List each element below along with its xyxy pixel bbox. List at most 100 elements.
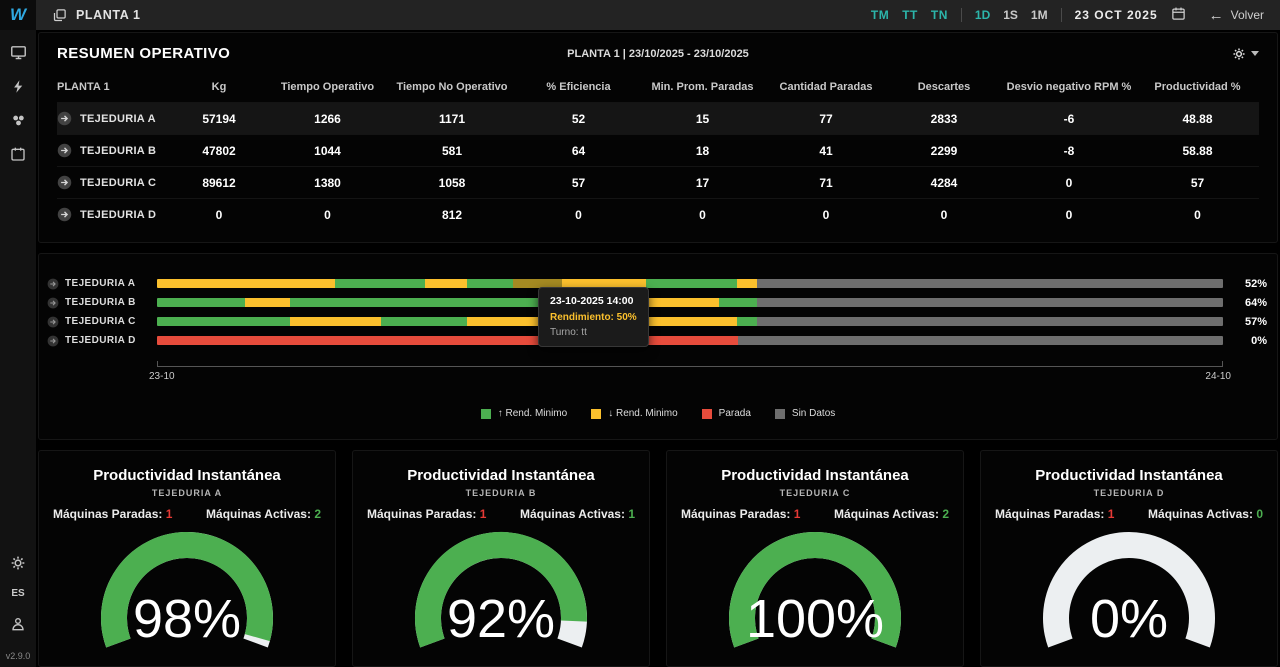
table-row: TEJEDURIA A57194126611715215772833-648.8… bbox=[57, 102, 1259, 134]
timeline-row-label[interactable]: TEJEDURIA A bbox=[47, 278, 157, 290]
machines-stopped: Máquinas Paradas: 1 bbox=[681, 507, 800, 521]
timeline-row-label[interactable]: TEJEDURIA B bbox=[47, 297, 157, 309]
gauge-value: 0% bbox=[1090, 589, 1168, 649]
timeline-bar bbox=[157, 317, 1223, 326]
table-cell: 47802 bbox=[169, 144, 269, 158]
timeline-segment[interactable] bbox=[157, 336, 738, 345]
column-header: Cantidad Paradas bbox=[766, 81, 886, 93]
unit-link[interactable]: TEJEDURIA B bbox=[57, 143, 169, 158]
shift-filter-tn[interactable]: TN bbox=[931, 8, 948, 22]
app-logo[interactable]: W bbox=[0, 0, 36, 30]
gauge-value: 98% bbox=[133, 589, 241, 649]
unit-link[interactable]: TEJEDURIA A bbox=[57, 111, 169, 126]
legend-item[interactable]: Parada bbox=[702, 408, 751, 419]
unit-link[interactable]: TEJEDURIA C bbox=[57, 175, 169, 190]
timeline-row: TEJEDURIA D 0% bbox=[47, 331, 1269, 350]
bolt-icon[interactable] bbox=[11, 78, 26, 95]
productivity-card: Productividad InstantáneaTEJEDURIA AMáqu… bbox=[38, 450, 336, 667]
machines-icon[interactable] bbox=[10, 112, 27, 129]
column-header: Productividad % bbox=[1136, 81, 1259, 93]
table-cell: 15 bbox=[639, 112, 766, 126]
gauge-cards: Productividad InstantáneaTEJEDURIA AMáqu… bbox=[38, 450, 1278, 667]
settings-gear-icon[interactable] bbox=[10, 555, 26, 571]
chevron-down-icon bbox=[1251, 51, 1259, 56]
timeline-segment[interactable] bbox=[737, 279, 757, 288]
timeline-segment[interactable] bbox=[737, 317, 757, 326]
card-title: Productividad Instantánea bbox=[667, 467, 963, 484]
card-title: Productividad Instantánea bbox=[353, 467, 649, 484]
row-arrow-icon bbox=[57, 175, 72, 190]
period-filter-1s[interactable]: 1S bbox=[1003, 8, 1018, 22]
timeline-segment[interactable] bbox=[467, 279, 513, 288]
row-arrow-icon bbox=[47, 316, 59, 328]
timeline-segment[interactable] bbox=[646, 298, 718, 307]
back-button[interactable]: ← Volver bbox=[1209, 7, 1264, 24]
period-filter-1d[interactable]: 1D bbox=[975, 8, 990, 22]
timeline-segment[interactable] bbox=[425, 279, 468, 288]
timeline-row-label[interactable]: TEJEDURIA D bbox=[47, 335, 157, 347]
timeline-segment[interactable] bbox=[646, 317, 737, 326]
table-cell: 0 bbox=[1136, 208, 1259, 222]
table-cell: 1044 bbox=[269, 144, 386, 158]
timeline-segment[interactable] bbox=[757, 298, 1223, 307]
column-header: Descartes bbox=[886, 81, 1002, 93]
panel-settings-button[interactable] bbox=[1232, 47, 1259, 61]
table-cell: -6 bbox=[1002, 112, 1136, 126]
table-cell: 58.88 bbox=[1136, 144, 1259, 158]
date-display[interactable]: 23 OCT 2025 bbox=[1075, 8, 1158, 22]
table-cell: 18 bbox=[639, 144, 766, 158]
timeline-row-label[interactable]: TEJEDURIA C bbox=[47, 316, 157, 328]
table-cell: 71 bbox=[766, 176, 886, 190]
table-cell: 0 bbox=[518, 208, 639, 222]
timeline-bar bbox=[157, 298, 1223, 307]
table-cell: 17 bbox=[639, 176, 766, 190]
pages-icon bbox=[52, 8, 67, 23]
table-cell: 0 bbox=[169, 208, 269, 222]
timeline-segment[interactable] bbox=[335, 279, 425, 288]
productivity-card: Productividad InstantáneaTEJEDURIA BMáqu… bbox=[352, 450, 650, 667]
calendar-icon[interactable] bbox=[1171, 6, 1186, 24]
productivity-gauge: 0% bbox=[1019, 521, 1239, 661]
timeline-segment[interactable] bbox=[719, 298, 757, 307]
card-unit: TEJEDURIA D bbox=[981, 488, 1277, 498]
legend-item[interactable]: Sin Datos bbox=[775, 408, 835, 419]
timeline-percent: 0% bbox=[1223, 335, 1269, 347]
timeline-segment[interactable] bbox=[381, 317, 467, 326]
timeline-rows: TEJEDURIA A52% TEJEDURIA B 64% TEJEDURIA … bbox=[47, 274, 1269, 350]
period-filter-1m[interactable]: 1M bbox=[1031, 8, 1048, 22]
card-title: Productividad Instantánea bbox=[981, 467, 1277, 484]
date-range-subtitle: PLANTA 1 | 23/10/2025 - 23/10/2025 bbox=[39, 48, 1277, 60]
timeline-row: TEJEDURIA A52% bbox=[47, 274, 1269, 293]
timeline-percent: 57% bbox=[1223, 316, 1269, 328]
shift-filter-tm[interactable]: TM bbox=[871, 8, 889, 22]
table-cell: 4284 bbox=[886, 176, 1002, 190]
monitor-icon[interactable] bbox=[10, 44, 27, 61]
user-icon[interactable] bbox=[10, 616, 26, 632]
unit-link[interactable]: TEJEDURIA D bbox=[57, 207, 169, 222]
sidebar: ES v2.9.0 bbox=[0, 30, 36, 667]
timeline-segment[interactable] bbox=[757, 279, 1223, 288]
row-arrow-icon bbox=[47, 278, 59, 290]
shift-filter-tt[interactable]: TT bbox=[902, 8, 918, 22]
timeline-row: TEJEDURIA B 64% bbox=[47, 293, 1269, 312]
legend-item[interactable]: ↓ Rend. Minimo bbox=[591, 408, 677, 419]
timeline-segment[interactable] bbox=[245, 298, 290, 307]
row-arrow-icon bbox=[47, 297, 59, 309]
table-cell: 52 bbox=[518, 112, 639, 126]
row-arrow-icon bbox=[57, 207, 72, 222]
timeline-percent: 64% bbox=[1223, 297, 1269, 309]
language-selector[interactable]: ES bbox=[11, 588, 24, 599]
table-cell: 2299 bbox=[886, 144, 1002, 158]
timeline-segment[interactable] bbox=[646, 279, 737, 288]
timeline-segment[interactable] bbox=[157, 279, 335, 288]
timeline-segment[interactable] bbox=[157, 298, 245, 307]
timeline-segment[interactable] bbox=[738, 336, 1223, 345]
legend-item[interactable]: ↑ Rend. Minimo bbox=[481, 408, 567, 419]
timeline-segment[interactable] bbox=[757, 317, 1223, 326]
calendar-icon[interactable] bbox=[10, 146, 26, 162]
table-cell: 57 bbox=[1136, 176, 1259, 190]
timeline-bar bbox=[157, 336, 1223, 345]
timeline-segment[interactable] bbox=[157, 317, 290, 326]
timeline-segment[interactable] bbox=[290, 317, 381, 326]
chart-legend: ↑ Rend. Minimo ↓ Rend. Minimo Parada Sin Da… bbox=[47, 408, 1269, 419]
